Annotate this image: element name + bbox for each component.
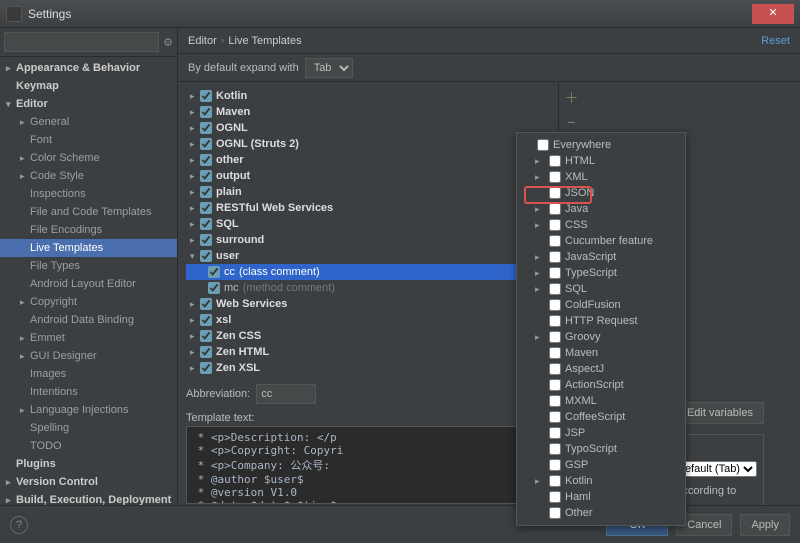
window-title: Settings [28,7,752,21]
context-mxml[interactable]: MXML [517,393,685,409]
abbreviation-label: Abbreviation: [186,388,250,400]
reset-link[interactable]: Reset [761,35,790,47]
sidebar-item-general[interactable]: ▸General [0,113,177,131]
sidebar-item-font[interactable]: Font [0,131,177,149]
template-group-sql[interactable]: ▸SQL [186,216,550,232]
gear-icon[interactable]: ⚙ [163,36,173,49]
template-group-ognl-struts-2-[interactable]: ▸OGNL (Struts 2) [186,136,550,152]
template-group-surround[interactable]: ▸surround [186,232,550,248]
template-item-mc[interactable]: mc(method comment) [186,280,550,296]
breadcrumb-editor[interactable]: Editor [188,35,217,47]
template-group-user[interactable]: ▾user [186,248,550,264]
context-typoscript[interactable]: TypoScript [517,441,685,457]
context-groovy[interactable]: ▸Groovy [517,329,685,345]
template-group-web-services[interactable]: ▸Web Services [186,296,550,312]
template-group-xsl[interactable]: ▸xsl [186,312,550,328]
context-css[interactable]: ▸CSS [517,217,685,233]
content: Editor › Live Templates Reset By default… [178,28,800,505]
breadcrumb-live-templates: Live Templates [228,35,301,47]
sidebar-item-color-scheme[interactable]: ▸Color Scheme [0,149,177,167]
template-group-maven[interactable]: ▸Maven [186,104,550,120]
template-group-other[interactable]: ▸other [186,152,550,168]
sidebar-item-emmet[interactable]: ▸Emmet [0,329,177,347]
template-group-zen-css[interactable]: ▸Zen CSS [186,328,550,344]
template-group-zen-html[interactable]: ▸Zen HTML [186,344,550,360]
apply-button[interactable]: Apply [740,514,790,536]
context-javascript[interactable]: ▸JavaScript [517,249,685,265]
context-json[interactable]: JSON [517,185,685,201]
context-maven[interactable]: Maven [517,345,685,361]
sidebar-item-plugins[interactable]: Plugins [0,455,177,473]
template-group-plain[interactable]: ▸plain [186,184,550,200]
sidebar-item-spelling[interactable]: Spelling [0,419,177,437]
context-sql[interactable]: ▸SQL [517,281,685,297]
search-input[interactable] [4,32,159,52]
app-icon [6,6,22,22]
sidebar-item-gui-designer[interactable]: ▸GUI Designer [0,347,177,365]
template-group-kotlin[interactable]: ▸Kotlin [186,88,550,104]
sidebar-item-editor[interactable]: ▾Editor [0,95,177,113]
sidebar-item-images[interactable]: Images [0,365,177,383]
template-group-output[interactable]: ▸output [186,168,550,184]
sidebar-item-language-injections[interactable]: ▸Language Injections [0,401,177,419]
context-typescript[interactable]: ▸TypeScript [517,265,685,281]
sidebar-item-android-data-binding[interactable]: Android Data Binding [0,311,177,329]
template-group-zen-xsl[interactable]: ▸Zen XSL [186,360,550,376]
context-haml[interactable]: Haml [517,489,685,505]
context-http-request[interactable]: HTTP Request [517,313,685,329]
context-kotlin[interactable]: ▸Kotlin [517,473,685,489]
edit-variables-button[interactable]: Edit variables [676,402,764,424]
context-xml[interactable]: ▸XML [517,169,685,185]
templates-panel: ▸Kotlin▸Maven▸OGNL▸OGNL (Struts 2)▸other… [178,82,558,505]
expand-select[interactable]: Tab [305,58,353,78]
sidebar-item-inspections[interactable]: Inspections [0,185,177,203]
context-popup[interactable]: Everywhere▸HTML▸XMLJSON▸Java▸CSSCucumber… [516,132,686,526]
template-text-area[interactable]: * <p>Description: </p * <p>Copyright: Co… [186,426,550,504]
help-icon[interactable]: ? [10,516,28,534]
sidebar-item-copyright[interactable]: ▸Copyright [0,293,177,311]
sidebar-item-intentions[interactable]: Intentions [0,383,177,401]
context-java[interactable]: ▸Java [517,201,685,217]
context-other[interactable]: Other [517,505,685,521]
abbreviation-input[interactable] [256,384,316,404]
context-cucumber-feature[interactable]: Cucumber feature [517,233,685,249]
sidebar-item-version-control[interactable]: ▸Version Control [0,473,177,491]
context-aspectj[interactable]: AspectJ [517,361,685,377]
sidebar-item-code-style[interactable]: ▸Code Style [0,167,177,185]
sidebar: ⚙ ▸Appearance & BehaviorKeymap▾Editor▸Ge… [0,28,178,505]
minus-icon[interactable]: − [567,114,575,130]
sidebar-tree: ▸Appearance & BehaviorKeymap▾Editor▸Gene… [0,57,177,505]
context-gsp[interactable]: GSP [517,457,685,473]
chevron-right-icon: › [221,35,225,47]
plus-icon[interactable]: ＋ [565,88,579,108]
sidebar-item-file-encodings[interactable]: File Encodings [0,221,177,239]
context-coldfusion[interactable]: ColdFusion [517,297,685,313]
sidebar-item-appearance-behavior[interactable]: ▸Appearance & Behavior [0,59,177,77]
sidebar-item-file-types[interactable]: File Types [0,257,177,275]
template-group-ognl[interactable]: ▸OGNL [186,120,550,136]
expand-row: By default expand with Tab [178,54,800,82]
titlebar: Settings ✕ [0,0,800,28]
close-icon[interactable]: ✕ [752,4,794,24]
context-everywhere[interactable]: Everywhere [517,137,685,153]
sidebar-item-build-execution-deployment[interactable]: ▸Build, Execution, Deployment [0,491,177,505]
sidebar-item-todo[interactable]: TODO [0,437,177,455]
context-coffeescript[interactable]: CoffeeScript [517,409,685,425]
sidebar-item-live-templates[interactable]: Live Templates [0,239,177,257]
template-text-label: Template text: [186,412,550,424]
breadcrumb: Editor › Live Templates Reset [178,28,800,54]
sidebar-item-keymap[interactable]: Keymap [0,77,177,95]
context-html[interactable]: ▸HTML [517,153,685,169]
template-item-cc[interactable]: cc(class comment) [186,264,550,280]
sidebar-item-android-layout-editor[interactable]: Android Layout Editor [0,275,177,293]
template-group-restful-web-services[interactable]: ▸RESTful Web Services [186,200,550,216]
context-actionscript[interactable]: ActionScript [517,377,685,393]
expand-label: By default expand with [188,62,299,74]
sidebar-item-file-and-code-templates[interactable]: File and Code Templates [0,203,177,221]
context-jsp[interactable]: JSP [517,425,685,441]
